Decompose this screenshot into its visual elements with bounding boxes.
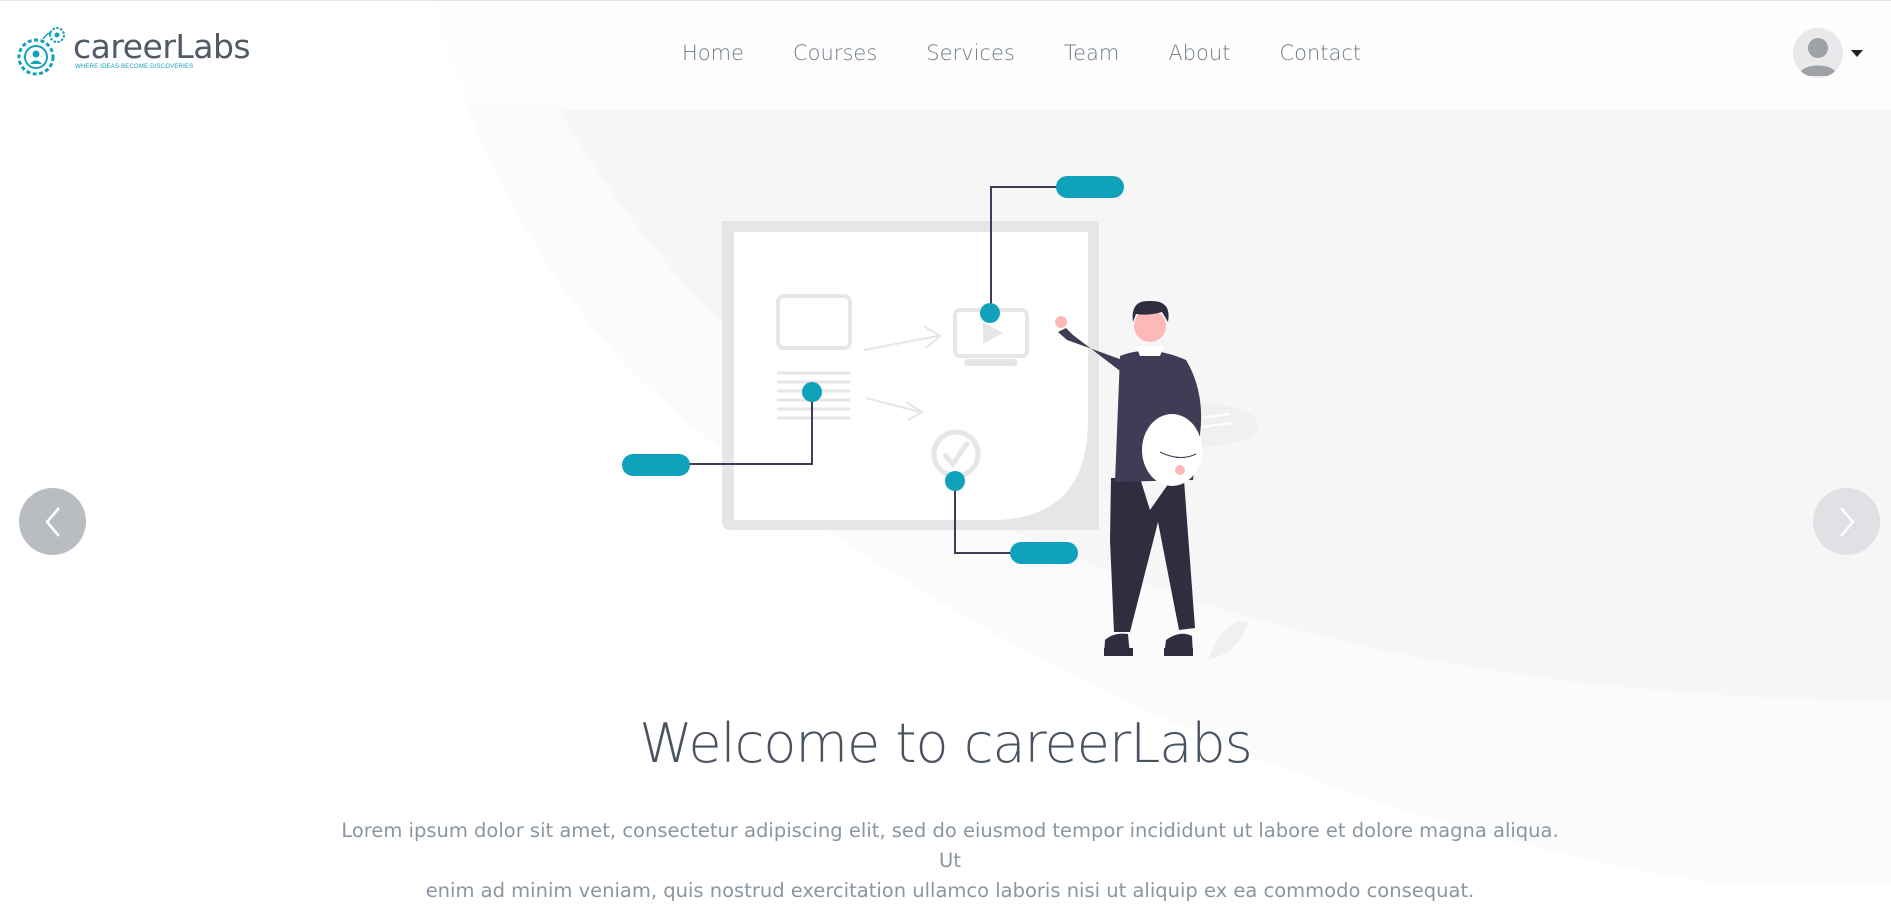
carousel-next-button[interactable] <box>1813 488 1880 555</box>
hero-illustration <box>622 176 1258 660</box>
chevron-right-icon <box>1839 506 1855 537</box>
carousel-prev-button[interactable] <box>19 488 86 555</box>
hero-text-line-1: Lorem ipsum dolor sit amet, consectetur … <box>341 819 1559 872</box>
hero-text-line-2: enim ad minim veniam, quis nostrud exerc… <box>425 879 1475 902</box>
gear-logo-icon <box>17 27 65 76</box>
nav-services[interactable]: Services <box>926 41 1015 65</box>
user-avatar-icon[interactable] <box>1793 28 1843 78</box>
site-header: careerLabs WHERE IDEAS BECOME DISCOVERIE… <box>0 0 1891 104</box>
nav-courses[interactable]: Courses <box>793 41 877 65</box>
leaf-decoration <box>1208 621 1248 660</box>
main-nav: Home Courses Services Team About Contact <box>682 41 1361 65</box>
caret-down-icon[interactable] <box>1851 49 1863 57</box>
user-menu[interactable] <box>1793 28 1863 78</box>
nav-about[interactable]: About <box>1168 41 1230 65</box>
brand-logo[interactable]: careerLabs WHERE IDEAS BECOME DISCOVERIE… <box>13 25 251 81</box>
chevron-left-icon <box>44 506 60 537</box>
nav-contact[interactable]: Contact <box>1279 41 1361 65</box>
nav-home[interactable]: Home <box>682 41 744 65</box>
brand-name: careerLabs <box>73 27 251 66</box>
nav-team[interactable]: Team <box>1064 41 1120 65</box>
hero-title: Welcome to careerLabs <box>639 712 1253 775</box>
brand-text: careerLabs WHERE IDEAS BECOME DISCOVERIE… <box>73 27 251 71</box>
board-surface <box>734 232 1088 520</box>
hero-description: Lorem ipsum dolor sit amet, consectetur … <box>340 816 1560 906</box>
